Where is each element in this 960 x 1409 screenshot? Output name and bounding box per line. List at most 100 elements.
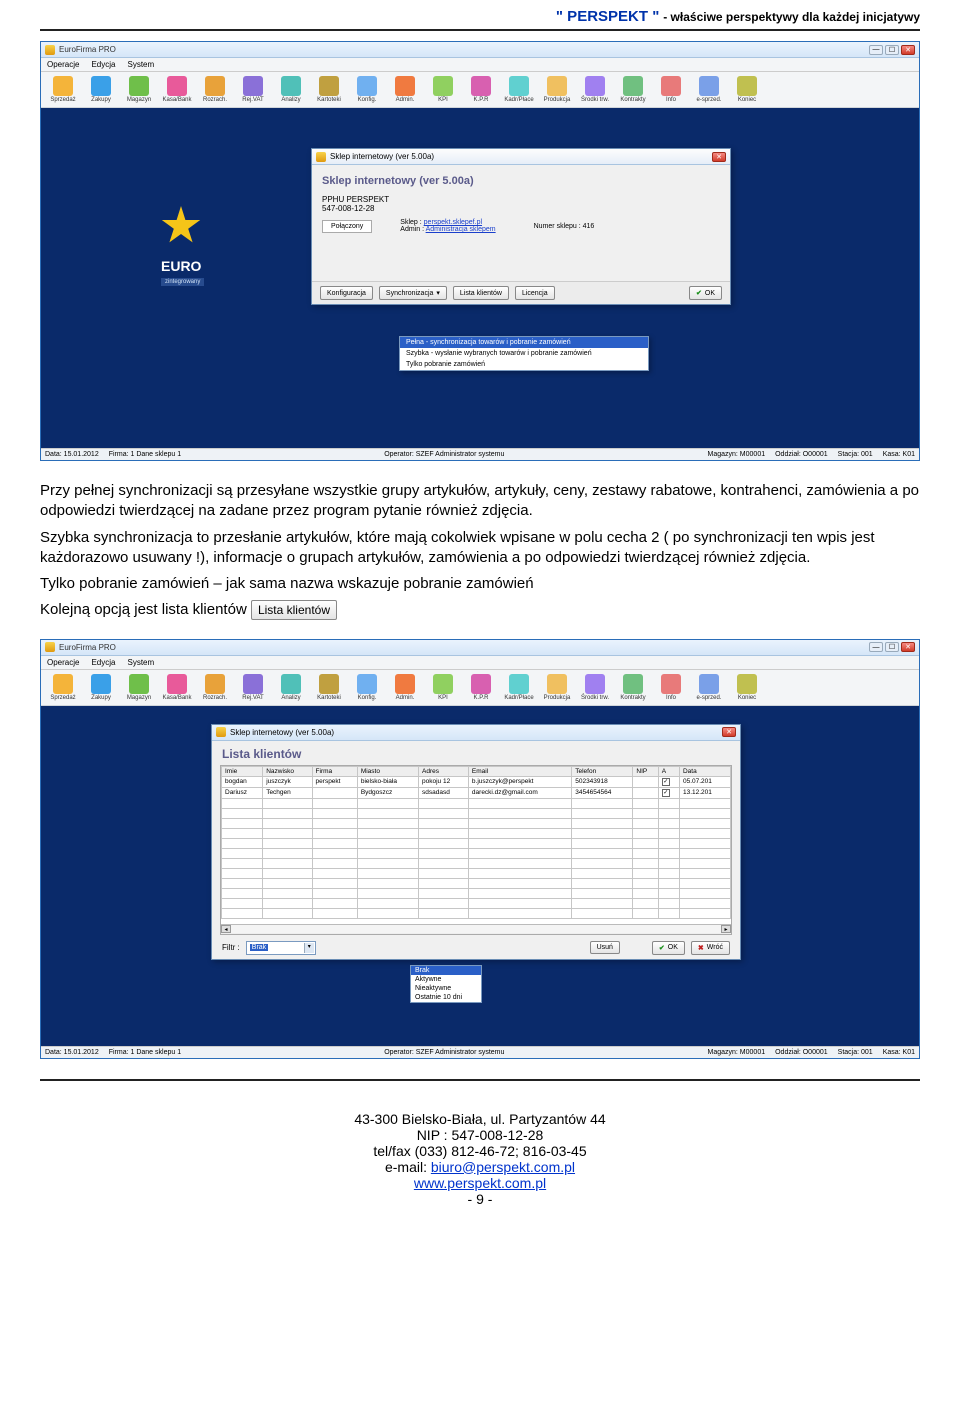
tool-magazyn[interactable]: Magazyn <box>123 76 155 103</box>
tool-sprzeda[interactable]: Sprzedaż <box>47 76 79 103</box>
tool-esprzed[interactable]: e-sprzed. <box>693 76 725 103</box>
config-button[interactable]: Konfiguracja <box>320 286 373 300</box>
tool-icon <box>129 674 149 694</box>
close-button[interactable]: ✕ <box>901 45 915 55</box>
inline-clients-button[interactable]: Lista klientów <box>251 600 337 620</box>
tool-rejvat[interactable]: Rej.VAT <box>237 674 269 701</box>
table-row <box>222 868 731 878</box>
maximize-button-2[interactable]: ☐ <box>885 642 899 652</box>
tool-icon <box>509 674 529 694</box>
filter-opt-nieaktywne[interactable]: Nieaktywne <box>411 984 481 993</box>
col-firma[interactable]: Firma <box>312 766 357 776</box>
menu-system[interactable]: System <box>127 60 154 69</box>
col-nip[interactable]: NIP <box>633 766 658 776</box>
col-nazwisko[interactable]: Nazwisko <box>263 766 312 776</box>
tool-kadrpace[interactable]: Kadr/Płace <box>503 674 535 701</box>
filter-opt-brak[interactable]: Brak <box>411 966 481 975</box>
filter-opt-aktywne[interactable]: Aktywne <box>411 975 481 984</box>
active-checkbox[interactable]: ✓ <box>662 778 670 786</box>
tool-koniec[interactable]: Koniec <box>731 674 763 701</box>
sync-button[interactable]: Synchronizacja ▾ <box>379 286 447 300</box>
filter-row: Filtr : Brak ▾ Usuń ✔ OK ✖ Wróć <box>212 935 740 959</box>
tool-konfig[interactable]: Konfig. <box>351 76 383 103</box>
tool-rozrach[interactable]: Rozrach. <box>199 76 231 103</box>
tool-kontrakty[interactable]: Kontrakty <box>617 76 649 103</box>
tool-analizy[interactable]: Analizy <box>275 674 307 701</box>
tool-magazyn[interactable]: Magazyn <box>123 674 155 701</box>
menu-edycja-2[interactable]: Edycja <box>91 658 115 667</box>
menu-operacje[interactable]: Operacje <box>47 60 79 69</box>
menu-edycja[interactable]: Edycja <box>91 60 115 69</box>
tool-info[interactable]: Info <box>655 674 687 701</box>
menu-operacje-2[interactable]: Operacje <box>47 658 79 667</box>
col-data[interactable]: Data <box>679 766 730 776</box>
sync-option-fast[interactable]: Szybka - wysłanie wybranych towarów i po… <box>400 348 648 359</box>
tool-esprzed[interactable]: e-sprzed. <box>693 674 725 701</box>
clients-dialog-close[interactable]: ✕ <box>722 727 736 737</box>
table-row[interactable]: bogdanjuszczykperspektbielsko-białapokoj… <box>222 776 731 787</box>
col-telefon[interactable]: Telefon <box>572 766 633 776</box>
tool-sprzeda[interactable]: Sprzedaż <box>47 674 79 701</box>
tool-info[interactable]: Info <box>655 76 687 103</box>
footer-email-link[interactable]: biuro@perspekt.com.pl <box>431 1159 575 1175</box>
tool-admin[interactable]: Admin. <box>389 674 421 701</box>
menu-system-2[interactable]: System <box>127 658 154 667</box>
minimize-button[interactable]: — <box>869 45 883 55</box>
tool-rejvat[interactable]: Rej.VAT <box>237 76 269 103</box>
sync-option-full[interactable]: Pełna - synchronizacja towarów i pobrani… <box>400 337 648 348</box>
table-row <box>222 838 731 848</box>
filter-select[interactable]: Brak ▾ <box>246 941 316 955</box>
col-adres[interactable]: Adres <box>419 766 469 776</box>
tool-rodkitrw[interactable]: Środki trw. <box>579 674 611 701</box>
maximize-button[interactable]: ☐ <box>885 45 899 55</box>
tool-kpr[interactable]: K.P.R <box>465 674 497 701</box>
tool-produkcja[interactable]: Produkcja <box>541 76 573 103</box>
dialog-close-button[interactable]: ✕ <box>712 152 726 162</box>
filter-opt-ostatnie[interactable]: Ostatnie 10 dni <box>411 993 481 1002</box>
col-imie[interactable]: Imie <box>222 766 263 776</box>
tool-kartoteki[interactable]: Kartoteki <box>313 76 345 103</box>
tool-rodkitrw[interactable]: Środki trw. <box>579 76 611 103</box>
ok-button[interactable]: ✔OK <box>689 286 722 300</box>
shop-number: Numer sklepu : 416 <box>534 223 595 230</box>
col-miasto[interactable]: Miasto <box>357 766 418 776</box>
tool-icon <box>53 76 73 96</box>
close-button-2[interactable]: ✕ <box>901 642 915 652</box>
tool-rozrach[interactable]: Rozrach. <box>199 674 231 701</box>
tool-konfig[interactable]: Konfig. <box>351 674 383 701</box>
tool-zakupy[interactable]: Zakupy <box>85 76 117 103</box>
col-a[interactable]: A <box>658 766 679 776</box>
clients-button[interactable]: Lista klientów <box>453 286 509 300</box>
back-button[interactable]: ✖ Wróć <box>691 941 730 955</box>
tool-analizy[interactable]: Analizy <box>275 76 307 103</box>
scroll-left-icon[interactable]: ◂ <box>221 925 231 933</box>
license-button[interactable]: Licencja <box>515 286 555 300</box>
tool-kasabank[interactable]: Kasa/Bank <box>161 674 193 701</box>
minimize-button-2[interactable]: — <box>869 642 883 652</box>
tool-kpr[interactable]: K.P.R <box>465 76 497 103</box>
tool-produkcja[interactable]: Produkcja <box>541 674 573 701</box>
tool-koniec[interactable]: Koniec <box>731 76 763 103</box>
table-row[interactable]: DariuszTechgenBydgoszczsdsadasddarecki.d… <box>222 787 731 798</box>
tool-kontrakty[interactable]: Kontrakty <box>617 674 649 701</box>
delete-button[interactable]: Usuń <box>590 941 620 954</box>
tool-admin[interactable]: Admin. <box>389 76 421 103</box>
shop-link[interactable]: perspekt.sklepef.pl <box>424 219 482 226</box>
tool-kpi[interactable]: KPI <box>427 76 459 103</box>
col-email[interactable]: Email <box>468 766 571 776</box>
grid-scrollbar[interactable]: ◂ ▸ <box>221 924 731 934</box>
ok-button-2[interactable]: ✔ OK <box>652 941 685 955</box>
footer-web-link[interactable]: www.perspekt.com.pl <box>414 1175 546 1191</box>
tool-kadrpace[interactable]: Kadr/Płace <box>503 76 535 103</box>
scroll-right-icon[interactable]: ▸ <box>721 925 731 933</box>
admin-link[interactable]: Administracja sklepem <box>426 226 496 233</box>
shop-label: Sklep : <box>400 219 421 226</box>
app-window-2: EuroFirma PRO — ☐ ✕ Operacje Edycja Syst… <box>40 639 920 1059</box>
sync-option-orders[interactable]: Tylko pobranie zamówień <box>400 359 648 370</box>
tool-kartoteki[interactable]: Kartoteki <box>313 674 345 701</box>
sync-dropdown: Pełna - synchronizacja towarów i pobrani… <box>399 336 649 371</box>
tool-kpi[interactable]: KPI <box>427 674 459 701</box>
tool-kasabank[interactable]: Kasa/Bank <box>161 76 193 103</box>
active-checkbox[interactable]: ✓ <box>662 789 670 797</box>
tool-zakupy[interactable]: Zakupy <box>85 674 117 701</box>
